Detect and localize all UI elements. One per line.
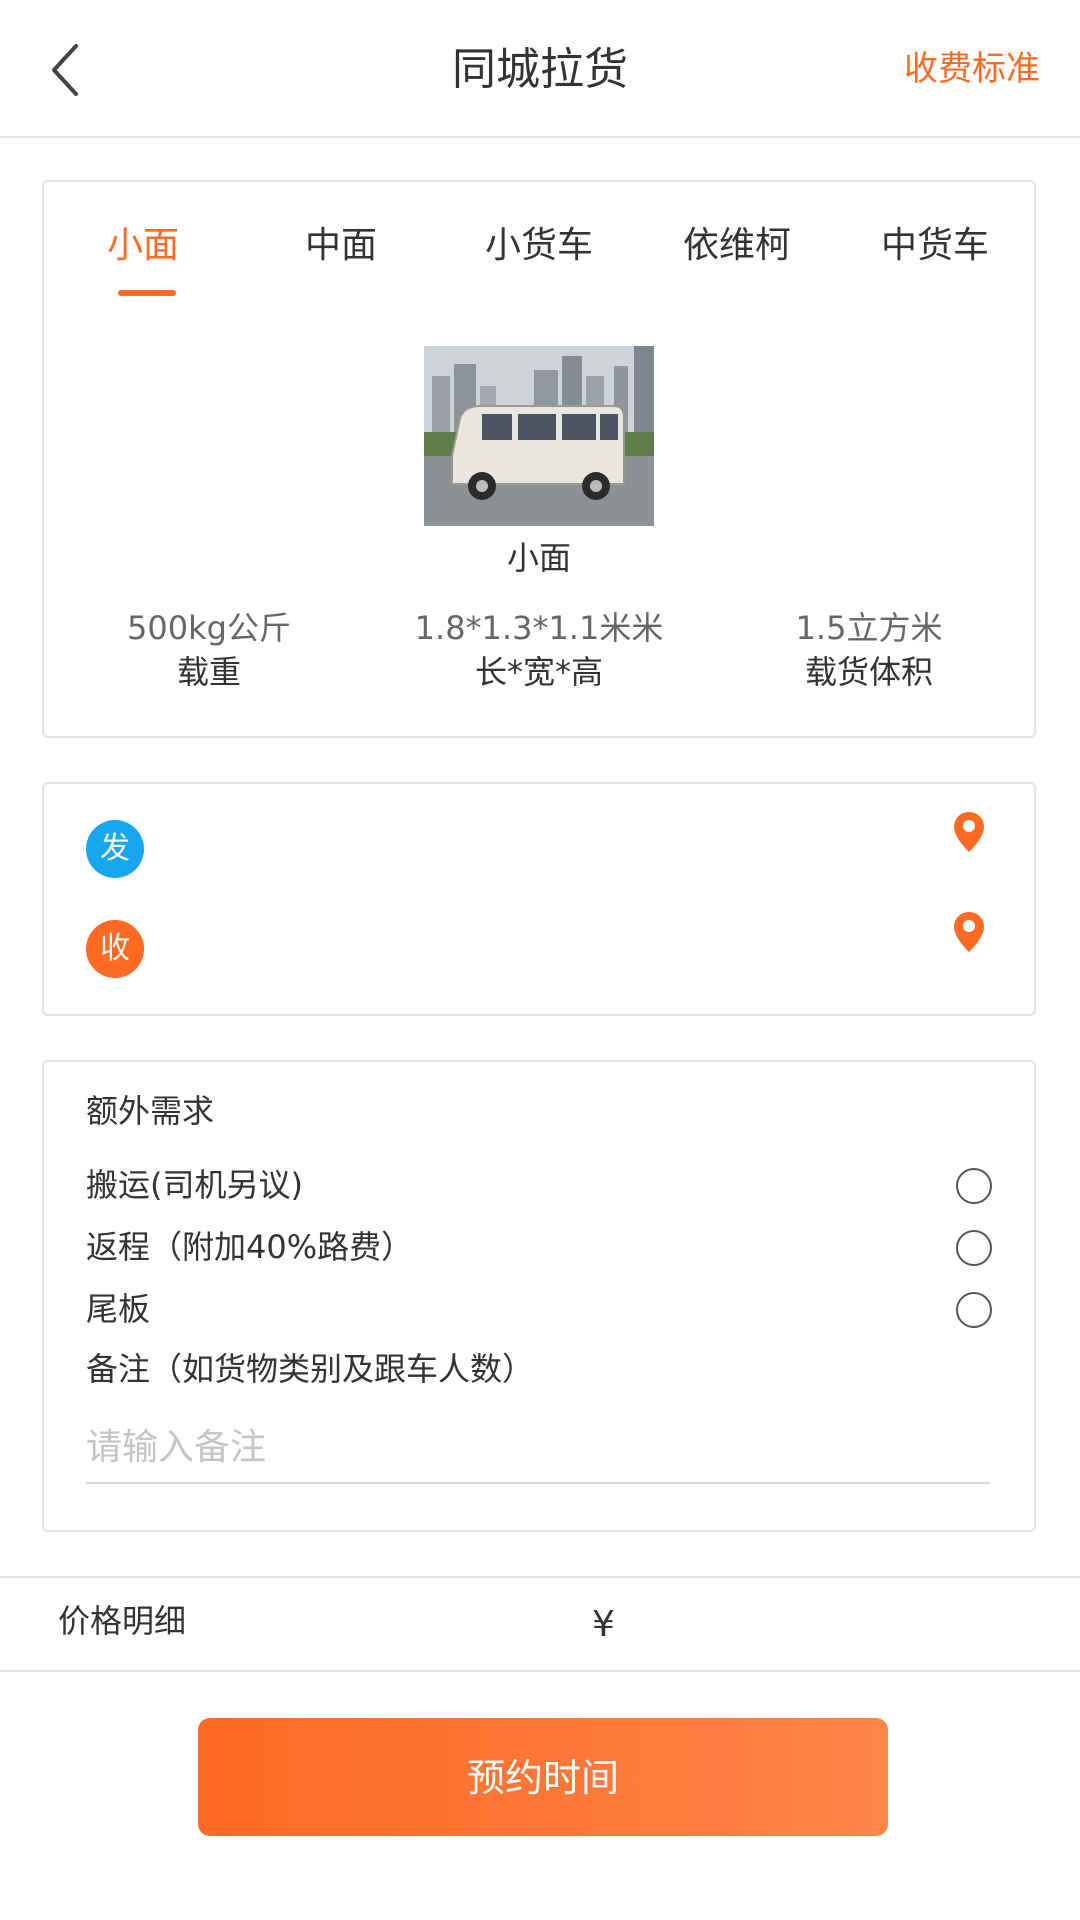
option-tailboard[interactable]: 尾板 [86, 1284, 992, 1336]
vehicle-tabs: 小面 中面 小货车 依维柯 中货车 [44, 182, 1034, 302]
address-card: 发 收 [42, 782, 1036, 1016]
schedule-time-button[interactable]: 预约时间 [198, 1718, 888, 1836]
remark-input[interactable] [86, 1412, 990, 1484]
pickup-badge: 发 [86, 820, 144, 878]
delivery-address-row[interactable]: 收 [44, 910, 1034, 990]
remark-label: 备注（如货物类别及跟车人数） [86, 1350, 535, 1388]
option-tailboard-label: 尾板 [86, 1290, 151, 1328]
price-detail-bar[interactable]: 价格明细 ¥ [0, 1576, 1080, 1672]
option-tailboard-radio[interactable] [956, 1292, 992, 1328]
vehicle-card: 小面 中面 小货车 依维柯 中货车 小面 500kg公斤 载重 1.8*1.3*… [42, 180, 1036, 738]
extra-requirements-title: 额外需求 [86, 1092, 215, 1130]
spec-volume: 1.5立方米 载货体积 [704, 606, 1034, 694]
option-return-trip-label: 返程（附加40%路费） [86, 1228, 414, 1266]
spec-load-label: 载重 [176, 653, 241, 691]
delivery-badge: 收 [86, 920, 144, 978]
pickup-location-pin-icon[interactable] [952, 810, 986, 854]
spec-dimensions: 1.8*1.3*1.1米米 长*宽*高 [374, 606, 704, 694]
option-carry-radio[interactable] [956, 1168, 992, 1204]
option-return-trip[interactable]: 返程（附加40%路费） [86, 1222, 992, 1274]
spec-volume-label: 载货体积 [804, 653, 933, 691]
option-return-trip-radio[interactable] [956, 1230, 992, 1266]
spec-load: 500kg公斤 载重 [44, 606, 374, 694]
vehicle-name: 小面 [506, 539, 571, 577]
pickup-address-field[interactable] [172, 824, 944, 874]
tab-small-truck[interactable]: 小货车 [440, 222, 638, 270]
active-tab-indicator [118, 290, 176, 296]
top-bar: 同城拉货 收费标准 [0, 0, 1080, 138]
spec-dimensions-value: 1.8*1.3*1.1米米 [414, 609, 664, 647]
price-detail-label: 价格明细 [58, 1602, 187, 1640]
option-carry-label: 搬运(司机另议) [86, 1166, 303, 1204]
spec-dimensions-label: 长*宽*高 [474, 653, 603, 691]
option-carry[interactable]: 搬运(司机另议) [86, 1160, 992, 1212]
spec-load-value: 500kg公斤 [127, 609, 291, 647]
spec-volume-value: 1.5立方米 [795, 609, 943, 647]
delivery-address-field[interactable] [172, 924, 944, 974]
tab-medium-van[interactable]: 中面 [242, 222, 440, 270]
price-currency-symbol: ¥ [592, 1604, 615, 1645]
vehicle-image [424, 346, 654, 526]
fee-standard-link[interactable]: 收费标准 [904, 44, 1040, 94]
tab-medium-truck[interactable]: 中货车 [836, 222, 1034, 270]
tab-small-van[interactable]: 小面 [44, 222, 242, 270]
delivery-location-pin-icon[interactable] [952, 910, 986, 954]
extra-requirements-card: 额外需求 搬运(司机另议) 返程（附加40%路费） 尾板 备注（如货物类别及跟车… [42, 1060, 1036, 1532]
pickup-address-row[interactable]: 发 [44, 810, 1034, 890]
tab-iveco[interactable]: 依维柯 [638, 222, 836, 270]
